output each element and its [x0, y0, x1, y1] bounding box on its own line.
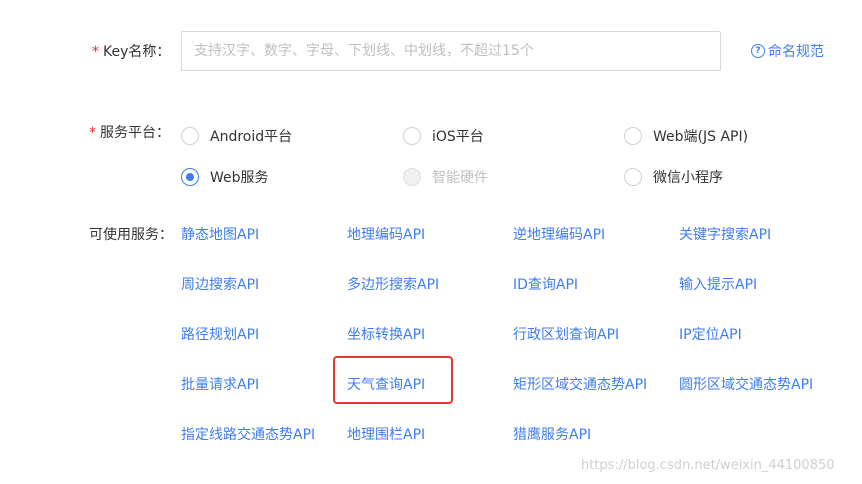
service-coordinate-convert[interactable]: 坐标转换API [347, 324, 425, 344]
radio-circle-disabled [403, 168, 421, 186]
service-id-query[interactable]: ID查询API [513, 274, 578, 294]
service-circle-traffic[interactable]: 圆形区域交通态势API [679, 374, 813, 394]
service-static-map[interactable]: 静态地图API [181, 224, 259, 244]
service-geocoding[interactable]: 地理编码API [347, 224, 425, 244]
watermark: https://blog.csdn.net/weixin_44100850 [581, 458, 835, 473]
radio-web-service[interactable]: Web服务 [181, 167, 269, 187]
radio-web-js-api[interactable]: Web端(JS API) [624, 126, 748, 146]
service-input-tips[interactable]: 输入提示API [679, 274, 757, 294]
platform-label-text: 服务平台： [100, 125, 170, 141]
radio-wechat-miniprogram[interactable]: 微信小程序 [624, 167, 723, 187]
radio-label-wechat-miniprogram: 微信小程序 [653, 170, 723, 186]
services-label: 可使用服务： [89, 227, 173, 243]
radio-label-smart-hardware: 智能硬件 [432, 170, 488, 186]
service-falcon[interactable]: 猎鹰服务API [513, 424, 591, 444]
naming-rules-text: 命名规范 [768, 44, 824, 60]
weather-query-highlight-box [333, 356, 453, 404]
service-ip-location[interactable]: IP定位API [679, 324, 742, 344]
radio-label-web-service: Web服务 [210, 170, 269, 186]
radio-circle-checked [181, 168, 199, 186]
platform-label: * 服务平台： [89, 122, 170, 142]
radio-label-android: Android平台 [210, 129, 293, 145]
radio-smart-hardware: 智能硬件 [403, 167, 488, 187]
service-route-planning[interactable]: 路径规划API [181, 324, 259, 344]
service-reverse-geocoding[interactable]: 逆地理编码API [513, 224, 605, 244]
radio-label-ios: iOS平台 [432, 129, 484, 145]
service-polygon-search[interactable]: 多边形搜索API [347, 274, 439, 294]
radio-ios[interactable]: iOS平台 [403, 126, 484, 146]
service-batch-request[interactable]: 批量请求API [181, 374, 259, 394]
required-mark: * [92, 44, 99, 60]
service-geofence[interactable]: 地理围栏API [347, 424, 425, 444]
naming-rules-link[interactable]: ? 命名规范 [751, 41, 824, 61]
required-mark: * [89, 125, 96, 141]
key-name-label: * Key名称： [92, 41, 170, 61]
service-road-traffic[interactable]: 指定线路交通态势API [181, 424, 315, 444]
radio-label-web-js-api: Web端(JS API) [653, 129, 749, 145]
radio-circle [181, 127, 199, 145]
radio-circle [624, 127, 642, 145]
radio-android[interactable]: Android平台 [181, 126, 292, 146]
key-name-input[interactable] [181, 31, 721, 71]
service-keyword-search[interactable]: 关键字搜索API [679, 224, 771, 244]
service-district-query[interactable]: 行政区划查询API [513, 324, 619, 344]
service-rectangle-traffic[interactable]: 矩形区域交通态势API [513, 374, 647, 394]
radio-circle [624, 168, 642, 186]
service-around-search[interactable]: 周边搜索API [181, 274, 259, 294]
key-name-label-text: Key名称： [103, 44, 171, 60]
radio-circle [403, 127, 421, 145]
question-circle-icon: ? [751, 44, 765, 58]
